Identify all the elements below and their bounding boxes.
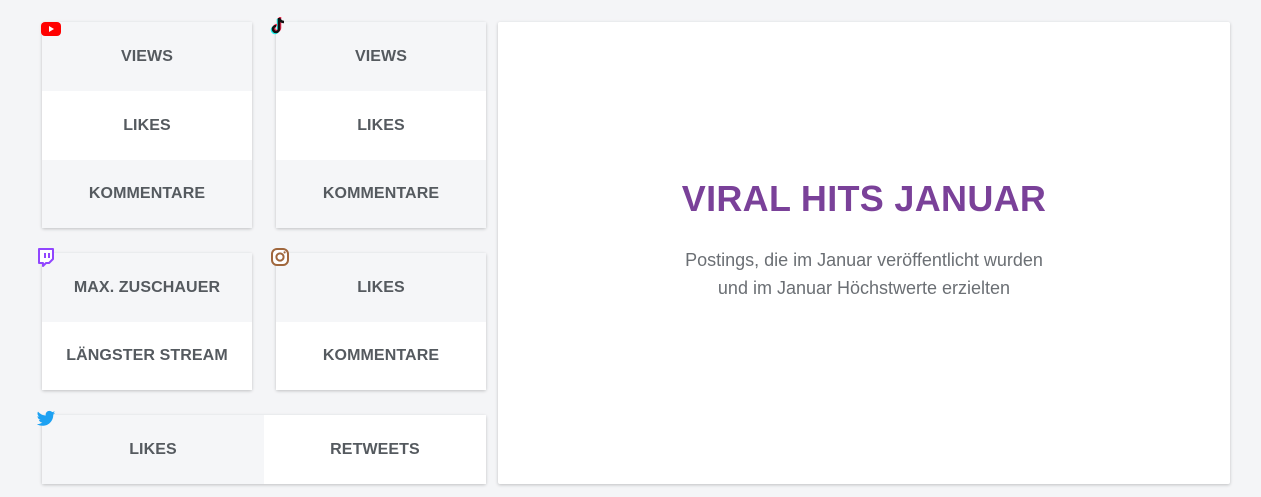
- tiktok-comments-button[interactable]: KOMMENTARE: [276, 160, 486, 228]
- youtube-views-button[interactable]: VIEWS: [42, 22, 252, 91]
- instagram-card: LIKES KOMMENTARE: [276, 253, 486, 390]
- twitter-icon: [35, 408, 57, 430]
- tiktok-icon: [268, 15, 290, 37]
- twitch-icon: [35, 246, 57, 268]
- hero-subtitle-line-2: und im Januar Höchstwerte erzielten: [717, 278, 1011, 298]
- twitch-card: MAX. ZUSCHAUER LÄNGSTER STREAM: [42, 253, 252, 390]
- youtube-likes-button[interactable]: LIKES: [42, 91, 252, 160]
- hero-panel: VIRAL HITS JANUAR Postings, die im Janua…: [498, 22, 1230, 484]
- twitch-longest-stream-button[interactable]: LÄNGSTER STREAM: [42, 322, 252, 390]
- instagram-icon: [269, 246, 291, 268]
- hero-title: VIRAL HITS JANUAR: [681, 178, 1047, 219]
- twitter-likes-button[interactable]: LIKES: [42, 415, 264, 484]
- twitter-card: LIKES RETWEETS: [42, 415, 486, 484]
- instagram-likes-button[interactable]: LIKES: [276, 253, 486, 322]
- instagram-comments-button[interactable]: KOMMENTARE: [276, 322, 486, 390]
- youtube-icon: [40, 18, 62, 40]
- twitter-retweets-button[interactable]: RETWEETS: [264, 415, 486, 484]
- hero-subtitle-line-1: Postings, die im Januar veröffentlicht w…: [685, 250, 1043, 270]
- youtube-comments-button[interactable]: KOMMENTARE: [42, 160, 252, 228]
- tiktok-views-button[interactable]: VIEWS: [276, 22, 486, 91]
- twitch-max-viewers-button[interactable]: MAX. ZUSCHAUER: [42, 253, 252, 322]
- tiktok-card: VIEWS LIKES KOMMENTARE: [276, 22, 486, 228]
- tiktok-likes-button[interactable]: LIKES: [276, 91, 486, 160]
- youtube-card: VIEWS LIKES KOMMENTARE: [42, 22, 252, 228]
- hero-subtitle: Postings, die im Januar veröffentlicht w…: [654, 246, 1074, 302]
